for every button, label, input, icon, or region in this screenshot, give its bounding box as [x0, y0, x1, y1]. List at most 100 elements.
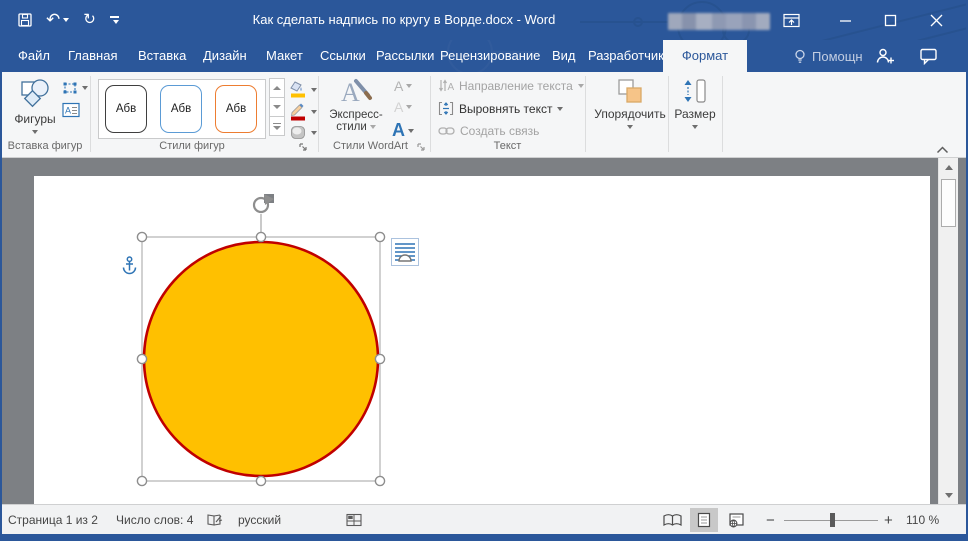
read-mode-button[interactable]	[658, 508, 686, 532]
text-fill-dropdown-icon	[406, 84, 412, 88]
shape-outline-button[interactable]	[289, 102, 317, 121]
dialog-launcher-icon	[418, 144, 424, 150]
selection-handle-n[interactable]	[256, 232, 265, 241]
gallery-more-icon	[273, 123, 281, 125]
title-bar: Как сделать надпись по кругу в Ворде.doc…	[0, 0, 968, 40]
redo-button[interactable]	[83, 11, 96, 29]
quick-access-toolbar	[18, 0, 119, 40]
shape-fill-icon	[289, 80, 308, 99]
arrange-dropdown-icon	[627, 125, 633, 129]
create-link-button[interactable]: Создать связь	[438, 124, 539, 138]
tab-design[interactable]: Дизайн	[203, 40, 247, 72]
layout-options-button[interactable]	[391, 238, 419, 266]
ribbon-display-options-button[interactable]	[770, 0, 812, 40]
tell-me-button[interactable]: Помощн	[793, 40, 863, 72]
tab-format[interactable]: Формат	[663, 40, 747, 72]
proofing-status-button[interactable]	[206, 505, 223, 535]
text-direction-button[interactable]: A Направление текста	[438, 78, 584, 93]
share-button[interactable]	[876, 40, 895, 72]
arrange-button[interactable]: Упорядочить	[592, 78, 668, 129]
selection-handle-s[interactable]	[256, 476, 265, 485]
selection-handle-se[interactable]	[375, 476, 384, 485]
page-indicator[interactable]: Страница 1 из 2	[8, 505, 98, 535]
circle-shape[interactable]	[144, 242, 378, 476]
text-effects-button[interactable]: A	[392, 120, 414, 141]
shape-effects-dropdown-icon	[311, 131, 317, 135]
text-box-button[interactable]: A	[62, 102, 80, 118]
shape-fill-button[interactable]	[289, 80, 317, 99]
shapes-button-label: Фигуры	[14, 112, 55, 126]
comments-button[interactable]	[920, 40, 938, 72]
zoom-level[interactable]: 110 %	[906, 505, 939, 535]
gallery-more-button[interactable]	[269, 116, 285, 136]
quick-styles-label-1: Экспресс-	[329, 109, 383, 121]
tab-home[interactable]: Главная	[68, 40, 117, 72]
zoom-in-button[interactable]: +	[884, 505, 893, 535]
minimize-button[interactable]	[824, 0, 866, 40]
word-count[interactable]: Число слов: 4	[116, 505, 193, 535]
tab-references[interactable]: Ссылки	[320, 40, 366, 72]
selection-handle-e[interactable]	[375, 354, 384, 363]
qat-customize-caret-icon	[113, 20, 119, 24]
window-bottom-border	[0, 534, 968, 541]
text-fill-button[interactable]: A	[394, 78, 412, 94]
gallery-scroll-down-button[interactable]	[269, 97, 285, 117]
web-layout-button[interactable]	[722, 508, 750, 532]
selection-handle-nw[interactable]	[137, 232, 146, 241]
minimize-icon	[839, 14, 852, 27]
gallery-scroll-up-button[interactable]	[269, 78, 285, 98]
shape-effects-icon	[289, 124, 308, 141]
tab-review[interactable]: Рецензирование	[440, 40, 540, 72]
print-layout-button[interactable]	[690, 508, 718, 532]
rotation-handle[interactable]	[254, 194, 274, 212]
scroll-up-icon	[945, 165, 953, 170]
close-button[interactable]	[915, 0, 957, 40]
zoom-slider-thumb[interactable]	[830, 513, 835, 527]
selection-handle-ne[interactable]	[375, 232, 384, 241]
comment-icon	[920, 48, 938, 65]
group-label-text: Текст	[430, 140, 585, 152]
maximize-icon	[884, 14, 897, 27]
shape-style-option-2[interactable]: Абв	[160, 85, 202, 133]
dialog-launcher-icon	[300, 144, 306, 150]
align-text-button[interactable]: Выровнять текст	[438, 101, 563, 116]
collapse-ribbon-button[interactable]	[936, 146, 949, 154]
tab-file[interactable]: Файл	[18, 40, 50, 72]
vertical-scrollbar[interactable]	[938, 158, 958, 504]
shape-style-option-1[interactable]: Абв	[105, 85, 147, 133]
save-button[interactable]	[18, 13, 32, 27]
status-bar: Страница 1 из 2 Число слов: 4 русский	[0, 504, 968, 534]
text-outline-button[interactable]: A	[394, 99, 412, 115]
selection-handle-w[interactable]	[137, 354, 146, 363]
maximize-button[interactable]	[869, 0, 911, 40]
shape-style-option-3[interactable]: Абв	[215, 85, 257, 133]
tab-mailings[interactable]: Рассылки	[376, 40, 434, 72]
scroll-down-button[interactable]	[939, 486, 959, 504]
shapes-button[interactable]: Фигуры	[10, 78, 60, 134]
scroll-up-button[interactable]	[939, 158, 959, 176]
wordart-dialog-launcher[interactable]	[416, 142, 426, 152]
zoom-out-button[interactable]: −	[766, 505, 775, 535]
web-layout-icon	[728, 512, 745, 528]
size-button-label: Размер	[674, 107, 715, 121]
customize-qat-button[interactable]	[110, 16, 119, 24]
undo-button[interactable]	[46, 11, 69, 30]
tab-layout[interactable]: Макет	[266, 40, 303, 72]
quick-styles-button[interactable]: A Экспресс- стили	[325, 77, 387, 133]
tell-me-label: Помощн	[812, 49, 863, 64]
document-title: Как сделать надпись по кругу в Ворде.doc…	[253, 0, 556, 40]
size-button[interactable]: Размер	[672, 78, 718, 129]
shape-effects-button[interactable]	[289, 124, 317, 141]
tab-developer[interactable]: Разработчик	[588, 40, 664, 72]
create-link-icon	[438, 125, 455, 137]
arrange-button-label: Упорядочить	[594, 107, 665, 121]
selection-handle-sw[interactable]	[137, 476, 146, 485]
tab-view[interactable]: Вид	[552, 40, 576, 72]
scrollbar-thumb[interactable]	[941, 179, 956, 227]
tab-insert[interactable]: Вставка	[138, 40, 186, 72]
macro-recording-button[interactable]	[346, 505, 362, 535]
language-indicator[interactable]: русский	[238, 505, 281, 535]
create-link-label: Создать связь	[460, 124, 539, 138]
shape-styles-dialog-launcher[interactable]	[298, 142, 308, 152]
edit-shape-button[interactable]	[62, 80, 88, 96]
